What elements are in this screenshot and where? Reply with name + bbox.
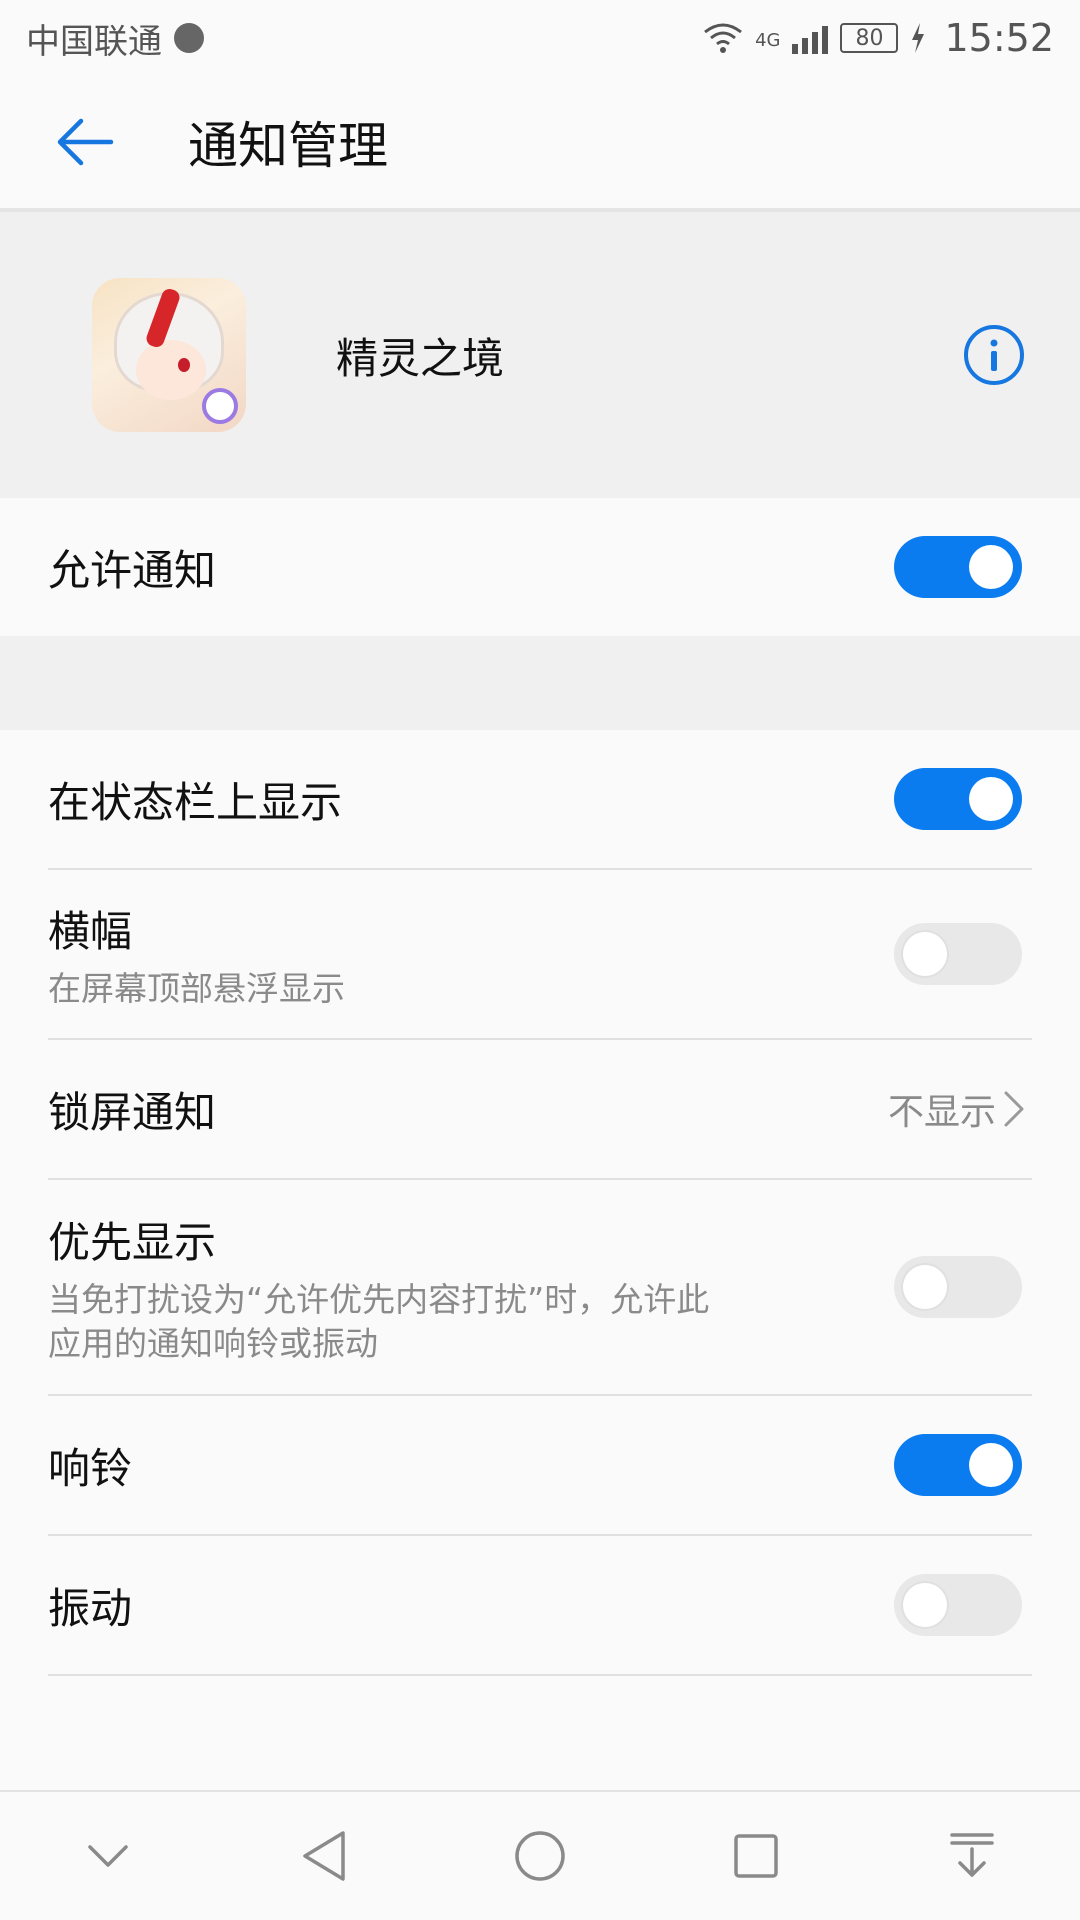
banner-toggle[interactable]: [894, 923, 1022, 985]
carrier-globe-icon: [174, 23, 204, 53]
app-info-button[interactable]: [962, 323, 1026, 387]
banner-label: 横幅: [48, 906, 133, 956]
back-button[interactable]: [30, 87, 140, 197]
lock-screen-notification-value: 不显示: [887, 1092, 996, 1133]
allow-notifications-section: 允许通知: [0, 498, 1080, 636]
app-bar: 通知管理: [0, 76, 1080, 212]
section-gap: [0, 636, 1080, 730]
allow-notifications-toggle[interactable]: [894, 536, 1022, 598]
priority-display-row[interactable]: 优先显示 当免打扰设为“允许优先内容打扰”时，允许此 应用的通知响铃或振动: [48, 1180, 1032, 1396]
allow-notifications-label: 允许通知: [48, 545, 217, 595]
allow-notifications-row[interactable]: 允许通知: [48, 498, 1032, 636]
ring-row[interactable]: 响铃: [48, 1396, 1032, 1536]
ring-label: 响铃: [48, 1443, 133, 1493]
vibrate-label: 振动: [48, 1583, 133, 1633]
app-name: 精灵之境: [336, 333, 505, 383]
priority-display-description-line1: 当免打扰设为“允许优先内容打扰”时，允许此: [48, 1279, 710, 1319]
ring-toggle[interactable]: [894, 1434, 1022, 1496]
priority-display-description-line2: 应用的通知响铃或振动: [48, 1323, 378, 1363]
battery-icon: 80: [840, 23, 899, 53]
network-type: 4G: [755, 30, 781, 51]
nav-back-button[interactable]: [279, 1811, 369, 1901]
chevron-right-icon: [1004, 1091, 1024, 1127]
back-arrow-icon: [57, 118, 114, 166]
clock: 15:52: [944, 16, 1054, 60]
notification-pull-icon: [950, 1833, 994, 1877]
app-icon: [92, 278, 246, 432]
vibrate-row[interactable]: 振动: [48, 1536, 1032, 1676]
wifi-icon: [704, 23, 742, 53]
banner-description: 在屏幕顶部悬浮显示: [48, 968, 345, 1008]
nav-recents-button[interactable]: [711, 1811, 801, 1901]
lock-screen-notification-row[interactable]: 锁屏通知 不显示: [48, 1040, 1032, 1180]
notification-settings-list: 在状态栏上显示 横幅 在屏幕顶部悬浮显示 锁屏通知 不显示 优先显示 当免打扰设…: [0, 730, 1080, 1790]
hide-nav-button[interactable]: [63, 1811, 153, 1901]
status-bar: 中国联通 4G 80 15:52: [0, 0, 1080, 76]
battery-level: 80: [855, 25, 884, 51]
priority-display-toggle[interactable]: [894, 1256, 1022, 1318]
lock-screen-notification-label: 锁屏通知: [48, 1087, 217, 1137]
app-info-header: 精灵之境: [0, 212, 1080, 498]
navigation-bar: [0, 1790, 1080, 1920]
nav-notification-button[interactable]: [927, 1811, 1017, 1901]
banner-row[interactable]: 横幅 在屏幕顶部悬浮显示: [48, 870, 1032, 1040]
nav-home-button[interactable]: [495, 1811, 585, 1901]
signal-icon: [792, 22, 829, 54]
status-bar-display-toggle[interactable]: [894, 768, 1022, 830]
chevron-down-icon: [88, 1845, 128, 1867]
back-triangle-icon: [303, 1831, 345, 1881]
recents-square-icon: [734, 1834, 778, 1878]
priority-display-label: 优先显示: [48, 1217, 217, 1267]
home-circle-icon: [515, 1831, 565, 1881]
info-icon: [964, 325, 1024, 385]
status-bar-display-label: 在状态栏上显示: [48, 777, 343, 827]
page-title: 通知管理: [188, 117, 388, 175]
status-bar-display-row[interactable]: 在状态栏上显示: [48, 730, 1032, 870]
charging-icon: [912, 23, 925, 53]
vibrate-toggle[interactable]: [894, 1574, 1022, 1636]
carrier-name: 中国联通: [26, 21, 162, 62]
